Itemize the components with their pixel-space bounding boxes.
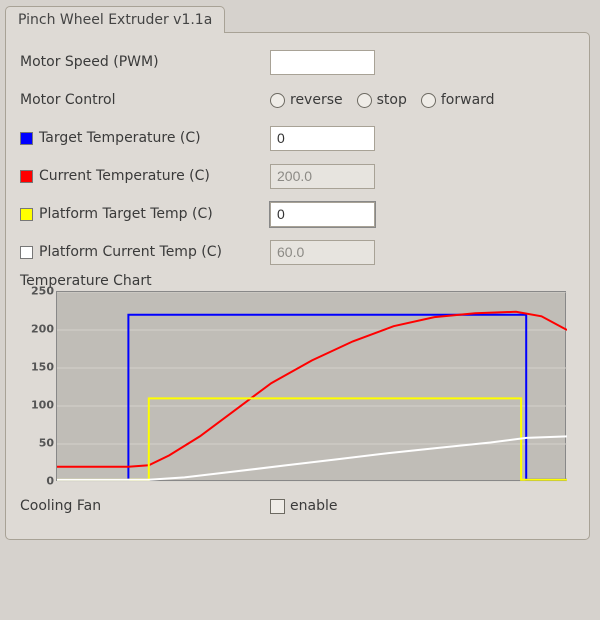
motor-speed-input[interactable]: [270, 50, 375, 75]
row-target-temp: Target Temperature (C): [20, 121, 575, 155]
y-tick-label: 50: [39, 437, 54, 450]
motor-control-label: Motor Control: [20, 92, 270, 108]
target-temp-label: Target Temperature (C): [39, 130, 201, 146]
row-motor-speed: Motor Speed (PWM): [20, 45, 575, 79]
radio-icon: [357, 93, 372, 108]
tab-title: Pinch Wheel Extruder v1.1a: [18, 12, 212, 28]
y-tick-label: 200: [31, 323, 54, 336]
chart-title: Temperature Chart: [20, 273, 575, 289]
platform-current-input: [270, 240, 375, 265]
chart-series: [57, 398, 567, 479]
motor-speed-label: Motor Speed (PWM): [20, 54, 270, 70]
cooling-fan-enable[interactable]: enable: [270, 498, 337, 514]
chart-plot-area: [56, 291, 566, 481]
row-platform-current: Platform Current Temp (C): [20, 235, 575, 269]
row-current-temp: Current Temperature (C): [20, 159, 575, 193]
current-temp-label: Current Temperature (C): [39, 168, 210, 184]
row-motor-control: Motor Control reverse stop forward: [20, 83, 575, 117]
motor-control-reverse[interactable]: reverse: [270, 92, 343, 108]
platform-current-swatch: [20, 246, 33, 259]
row-platform-target: Platform Target Temp (C): [20, 197, 575, 231]
extruder-panel: Pinch Wheel Extruder v1.1a Motor Speed (…: [5, 5, 595, 540]
chart-series: [57, 436, 567, 479]
y-tick-label: 0: [46, 475, 54, 488]
cooling-fan-label: Cooling Fan: [20, 498, 270, 514]
platform-target-swatch: [20, 208, 33, 221]
chart-y-axis: 050100150200250: [20, 291, 56, 481]
y-tick-label: 100: [31, 399, 54, 412]
target-temp-swatch: [20, 132, 33, 145]
motor-control-forward[interactable]: forward: [421, 92, 495, 108]
chart-series: [57, 315, 567, 480]
temperature-chart: 050100150200250: [20, 291, 575, 481]
platform-target-label: Platform Target Temp (C): [39, 206, 213, 222]
tab-body: Motor Speed (PWM) Motor Control reverse …: [5, 32, 590, 540]
y-tick-label: 150: [31, 361, 54, 374]
current-temp-input: [270, 164, 375, 189]
target-temp-input[interactable]: [270, 126, 375, 151]
current-temp-swatch: [20, 170, 33, 183]
platform-current-label: Platform Current Temp (C): [39, 244, 222, 260]
tab-header[interactable]: Pinch Wheel Extruder v1.1a: [5, 6, 225, 33]
platform-target-input[interactable]: [270, 202, 375, 227]
checkbox-icon: [270, 499, 285, 514]
row-cooling-fan: Cooling Fan enable: [20, 489, 575, 523]
radio-icon: [270, 93, 285, 108]
motor-control-stop[interactable]: stop: [357, 92, 407, 108]
y-tick-label: 250: [31, 285, 54, 298]
radio-icon: [421, 93, 436, 108]
